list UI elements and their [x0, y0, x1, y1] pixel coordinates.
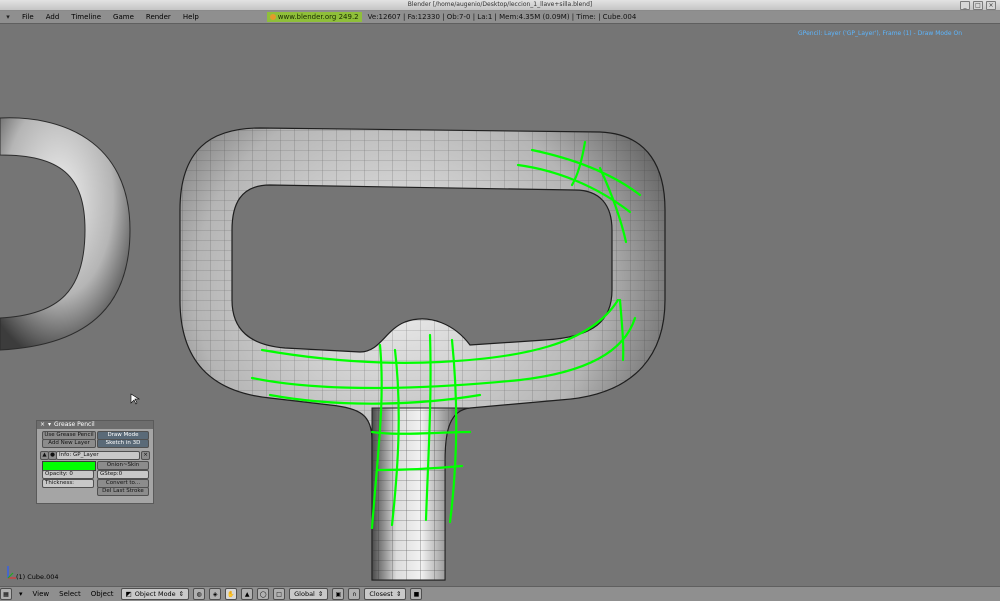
menu-add[interactable]: Add	[40, 13, 66, 21]
snap-dropdown-icon: ⇕	[395, 590, 402, 598]
add-new-layer-button[interactable]: Add New Layer	[42, 439, 96, 448]
grease-pencil-status: GPencil: Layer ('GP_Layer'), Frame (1) -…	[798, 30, 962, 37]
grease-pencil-panel: × ▾ Grease Pencil Use Grease Pencil Draw…	[36, 420, 154, 504]
menu-object[interactable]: Object	[88, 590, 117, 598]
maximize-button[interactable]: □	[973, 1, 983, 10]
blender-logo-icon	[269, 14, 276, 20]
scale-manipulator-icon[interactable]: □	[273, 588, 286, 600]
snap-magnet-icon[interactable]: ∩	[348, 588, 361, 600]
layer-info-field[interactable]: Info: GP_Layer	[56, 451, 140, 460]
object-mode-icon: ◩	[125, 590, 132, 598]
manipulator-hand-icon[interactable]: ✋	[225, 588, 238, 600]
window-title: Blender [/home/augenio/Desktop/leccion_1…	[407, 1, 593, 8]
close-button[interactable]: ×	[986, 1, 996, 10]
window-controls: _ □ ×	[960, 1, 996, 10]
mode-dropdown-icon: ⇕	[178, 590, 185, 598]
delete-layer-icon[interactable]: ×	[141, 451, 150, 460]
sketch-in-3d-button[interactable]: Sketch in 3D	[97, 439, 149, 448]
translate-manipulator-icon[interactable]: ▲	[241, 588, 254, 600]
layer-toggle-icon[interactable]: ▣	[332, 588, 345, 600]
delete-last-stroke-button[interactable]: Del Last Stroke	[97, 487, 149, 496]
menu-timeline[interactable]: Timeline	[65, 13, 107, 21]
pivot-point-icon[interactable]: ◈	[209, 588, 222, 600]
version-badge[interactable]: www.blender.org 249.2	[266, 12, 362, 22]
minimize-button[interactable]: _	[960, 1, 970, 10]
mode-selector[interactable]: ◩ Object Mode ⇕	[120, 588, 190, 600]
panel-title: Grease Pencil	[54, 421, 95, 428]
orientation-selector[interactable]: Global ⇕	[289, 588, 329, 600]
info-header: ▾ File Add Timeline Game Render Help www…	[0, 11, 1000, 24]
orientation-dropdown-icon: ⇕	[317, 590, 324, 598]
version-text: www.blender.org 249.2	[277, 13, 359, 21]
editor-type-icon[interactable]: ▦	[0, 588, 12, 600]
axis-gizmo	[7, 566, 16, 579]
render-camera-icon[interactable]: ■	[410, 588, 423, 600]
key-mesh	[179, 127, 666, 581]
panel-collapse-icon[interactable]: ▾	[48, 421, 51, 429]
header-menu-toggle-icon[interactable]: ▾	[0, 13, 16, 21]
window-titlebar: Blender [/home/augenio/Desktop/leccion_1…	[0, 0, 1000, 11]
menu-game[interactable]: Game	[107, 13, 140, 21]
3d-view-header: ▦ ▾ View Select Object ◩ Object Mode ⇕ ◍…	[0, 586, 1000, 601]
menu-render[interactable]: Render	[140, 13, 177, 21]
menu-view[interactable]: View	[30, 590, 53, 598]
draw-type-icon[interactable]: ◍	[193, 588, 206, 600]
menu-file[interactable]: File	[16, 13, 40, 21]
snap-mode-selector[interactable]: Closest ⇕	[364, 588, 407, 600]
thickness-slider[interactable]: Thickness:	[42, 479, 94, 488]
panel-close-icon[interactable]: ×	[40, 421, 45, 429]
opacity-slider[interactable]: Opacity: 0	[42, 470, 94, 479]
scene-stats: Ve:12607 | Fa:12330 | Ob:7-0 | La:1 | Me…	[367, 13, 637, 21]
snap-mode-label: Closest	[369, 590, 393, 598]
panel-header[interactable]: × ▾ Grease Pencil	[37, 421, 153, 429]
menu-select[interactable]: Select	[56, 590, 84, 598]
header-collapse-icon[interactable]: ▾	[16, 590, 26, 598]
onion-skin-button[interactable]: Onion~Skin	[97, 461, 149, 470]
mouse-cursor-icon	[130, 393, 141, 405]
rotate-manipulator-icon[interactable]: ◯	[257, 588, 270, 600]
background-ring-object	[0, 117, 131, 351]
menu-help[interactable]: Help	[177, 13, 205, 21]
mode-label: Object Mode	[134, 590, 176, 598]
gstep-field[interactable]: GStep:0	[97, 470, 149, 479]
orientation-label: Global	[294, 590, 315, 598]
active-object-label: (1) Cube.004	[16, 573, 59, 581]
